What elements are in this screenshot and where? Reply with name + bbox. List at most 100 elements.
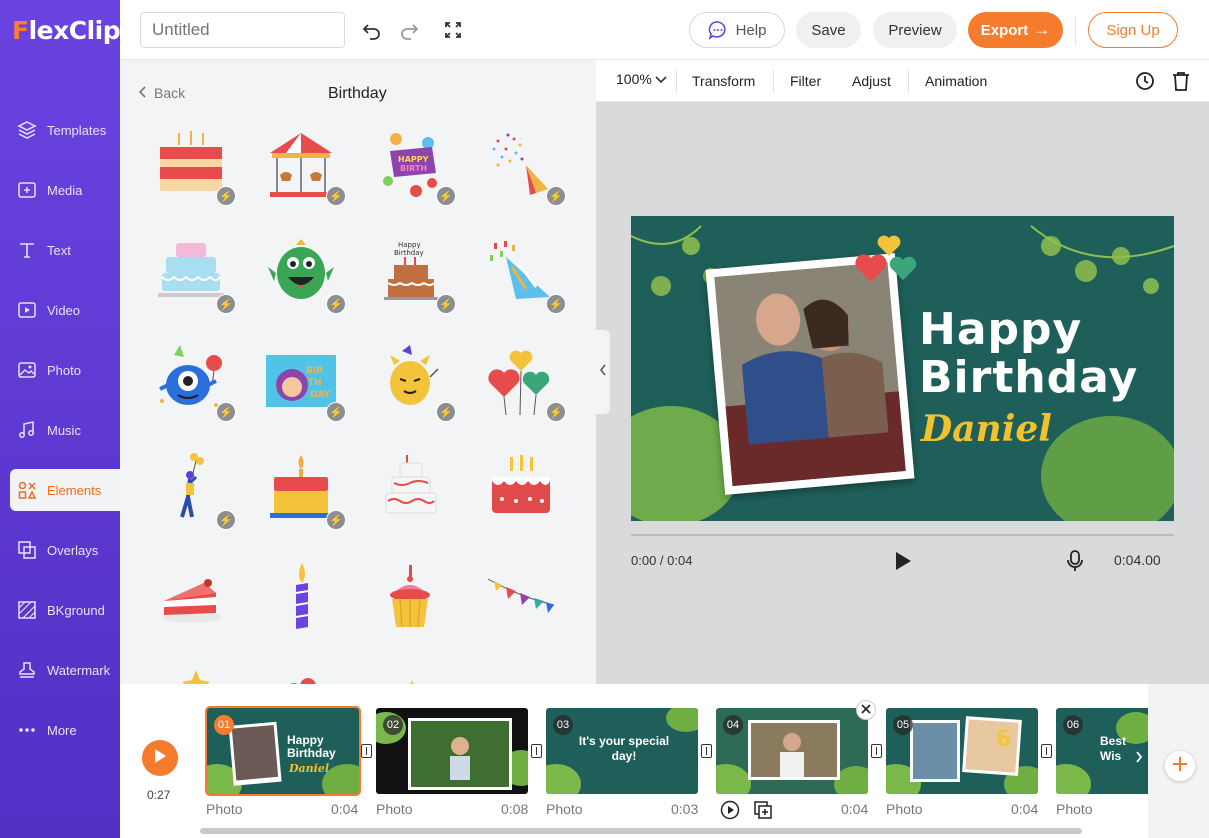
- video-icon: [16, 299, 38, 321]
- sidebar-item-elements[interactable]: Elements: [10, 469, 120, 511]
- animation-button[interactable]: Animation: [925, 73, 987, 89]
- transition-button[interactable]: [871, 744, 882, 758]
- element-cake-white[interactable]: [366, 444, 456, 534]
- element-cake-happy-birthday[interactable]: Happy Birthday ⚡: [366, 228, 456, 318]
- sidebar-item-music[interactable]: Music: [0, 409, 120, 451]
- element-cake-red[interactable]: [476, 444, 566, 534]
- play-icon: [153, 748, 167, 769]
- time-readout: 0:00 / 0:04: [631, 553, 693, 568]
- element-cupcake[interactable]: [366, 552, 456, 642]
- element-happy-birthday-balloons[interactable]: HAPPY BIRTH ⚡: [366, 120, 456, 210]
- clip-01[interactable]: 01 Happy Birthday Daniel: [205, 706, 361, 796]
- trash-icon[interactable]: [1172, 71, 1190, 94]
- couple-photo[interactable]: [705, 253, 915, 495]
- add-scene-button[interactable]: [1165, 751, 1195, 781]
- clip-delete-button[interactable]: [856, 700, 876, 720]
- save-button[interactable]: Save: [796, 12, 861, 48]
- clock-icon[interactable]: [1135, 71, 1155, 94]
- transition-button[interactable]: [701, 744, 712, 758]
- export-button[interactable]: Export →: [968, 12, 1063, 48]
- clip-05[interactable]: 6 05: [886, 708, 1038, 794]
- video-progress-track[interactable]: [631, 534, 1174, 536]
- sidebar-item-more[interactable]: More: [0, 709, 120, 751]
- sidebar-item-text[interactable]: Text: [0, 229, 120, 271]
- play-icon[interactable]: [894, 551, 912, 574]
- element-heart-balloons[interactable]: ⚡: [476, 336, 566, 426]
- adjust-button[interactable]: Adjust: [852, 73, 891, 89]
- transition-button[interactable]: [531, 744, 542, 758]
- element-party-hat[interactable]: ⚡: [476, 228, 566, 318]
- element-cake-candle[interactable]: ⚡: [256, 444, 346, 534]
- svg-text:Birthday: Birthday: [394, 249, 424, 257]
- sidebar-item-watermark[interactable]: Watermark: [0, 649, 120, 691]
- clip-number: 05: [893, 715, 913, 735]
- element-carousel[interactable]: ⚡: [256, 120, 346, 210]
- sidebar-item-templates[interactable]: Templates: [0, 109, 120, 151]
- timeline-play-button[interactable]: [142, 740, 178, 776]
- element-star-partial[interactable]: [146, 660, 236, 684]
- sidebar-item-media[interactable]: Media: [0, 169, 120, 211]
- element-cake-blue[interactable]: ⚡: [146, 228, 236, 318]
- element-person-balloons[interactable]: ⚡: [146, 444, 236, 534]
- element-balloons-partial[interactable]: [256, 660, 346, 684]
- sidebar-item-overlays[interactable]: Overlays: [0, 529, 120, 571]
- filter-button[interactable]: Filter: [790, 73, 821, 89]
- element-bunting-flags[interactable]: [476, 552, 566, 642]
- help-button[interactable]: Help: [689, 12, 785, 48]
- clip-type-label: Photo: [886, 801, 923, 817]
- element-confetti-popper[interactable]: ⚡: [476, 120, 566, 210]
- collapse-panel-button[interactable]: [596, 330, 610, 414]
- video-title-line1[interactable]: Happy: [919, 304, 1082, 355]
- video-title-line2[interactable]: Birthday: [919, 352, 1138, 403]
- animated-badge-icon: ⚡: [216, 294, 236, 314]
- duration-readout: 0:04.00: [1114, 552, 1161, 568]
- sidebar: FlexClip Templates Media Text Video Phot…: [0, 0, 121, 838]
- elements-panel: Back Birthday ⚡ ⚡ HAPPY BIRTH ⚡ ⚡ ⚡ ⚡ Ha…: [120, 60, 596, 684]
- fullscreen-icon[interactable]: [441, 18, 465, 42]
- element-yellow-cat[interactable]: ⚡: [366, 336, 456, 426]
- element-candle-purple[interactable]: [256, 552, 346, 642]
- preview-button[interactable]: Preview: [873, 12, 957, 48]
- chevron-right-icon[interactable]: [1135, 750, 1143, 768]
- back-button[interactable]: Back: [138, 85, 185, 101]
- sidebar-item-label: Photo: [47, 362, 81, 378]
- play-circle-icon[interactable]: [720, 800, 740, 825]
- sidebar-item-label: Music: [47, 422, 81, 438]
- clip-02[interactable]: 02: [376, 708, 528, 794]
- element-dots-partial[interactable]: [476, 660, 566, 684]
- svg-text:HAPPY: HAPPY: [398, 155, 429, 164]
- transition-button[interactable]: [1041, 744, 1052, 758]
- sign-up-button[interactable]: Sign Up: [1088, 12, 1178, 48]
- duplicate-icon[interactable]: [753, 800, 773, 825]
- element-cake-layered[interactable]: ⚡: [146, 120, 236, 210]
- element-birthday-card[interactable]: BIR TH DAY ⚡: [256, 336, 346, 426]
- clip-number: 01: [214, 715, 234, 735]
- project-title-input[interactable]: [140, 12, 345, 48]
- sidebar-item-video[interactable]: Video: [0, 289, 120, 331]
- clip-03[interactable]: 03 It's your special day!: [546, 708, 698, 794]
- transform-button[interactable]: Transform: [692, 73, 755, 89]
- microphone-icon[interactable]: [1066, 550, 1084, 575]
- flexclip-logo[interactable]: FlexClip: [12, 16, 121, 45]
- transition-button[interactable]: [361, 744, 372, 758]
- top-bar: Help Save Preview Export → Sign Up: [120, 0, 1209, 60]
- heart-balloons-overlay[interactable]: [851, 226, 921, 286]
- clip-number: 02: [383, 715, 403, 735]
- total-duration: 0:27: [147, 788, 171, 802]
- element-sparkle-partial[interactable]: [366, 660, 456, 684]
- text-icon: [16, 239, 38, 261]
- zoom-dropdown[interactable]: 100%: [616, 71, 667, 87]
- element-cake-slice[interactable]: [146, 552, 236, 642]
- timeline-scrollbar[interactable]: [200, 828, 1082, 834]
- element-green-monster[interactable]: ⚡: [256, 228, 346, 318]
- redo-icon[interactable]: [397, 18, 421, 42]
- element-blue-monster[interactable]: ⚡: [146, 336, 236, 426]
- video-canvas[interactable]: Happy Birthday Daniel: [631, 216, 1174, 521]
- svg-text:DAY: DAY: [310, 390, 331, 400]
- video-name-text[interactable]: Daniel: [921, 408, 1052, 450]
- undo-icon[interactable]: [360, 18, 384, 42]
- sidebar-item-bkground[interactable]: BKground: [0, 589, 120, 631]
- clip-04[interactable]: 04: [716, 708, 868, 794]
- clip-number: 06: [1063, 715, 1083, 735]
- sidebar-item-photo[interactable]: Photo: [0, 349, 120, 391]
